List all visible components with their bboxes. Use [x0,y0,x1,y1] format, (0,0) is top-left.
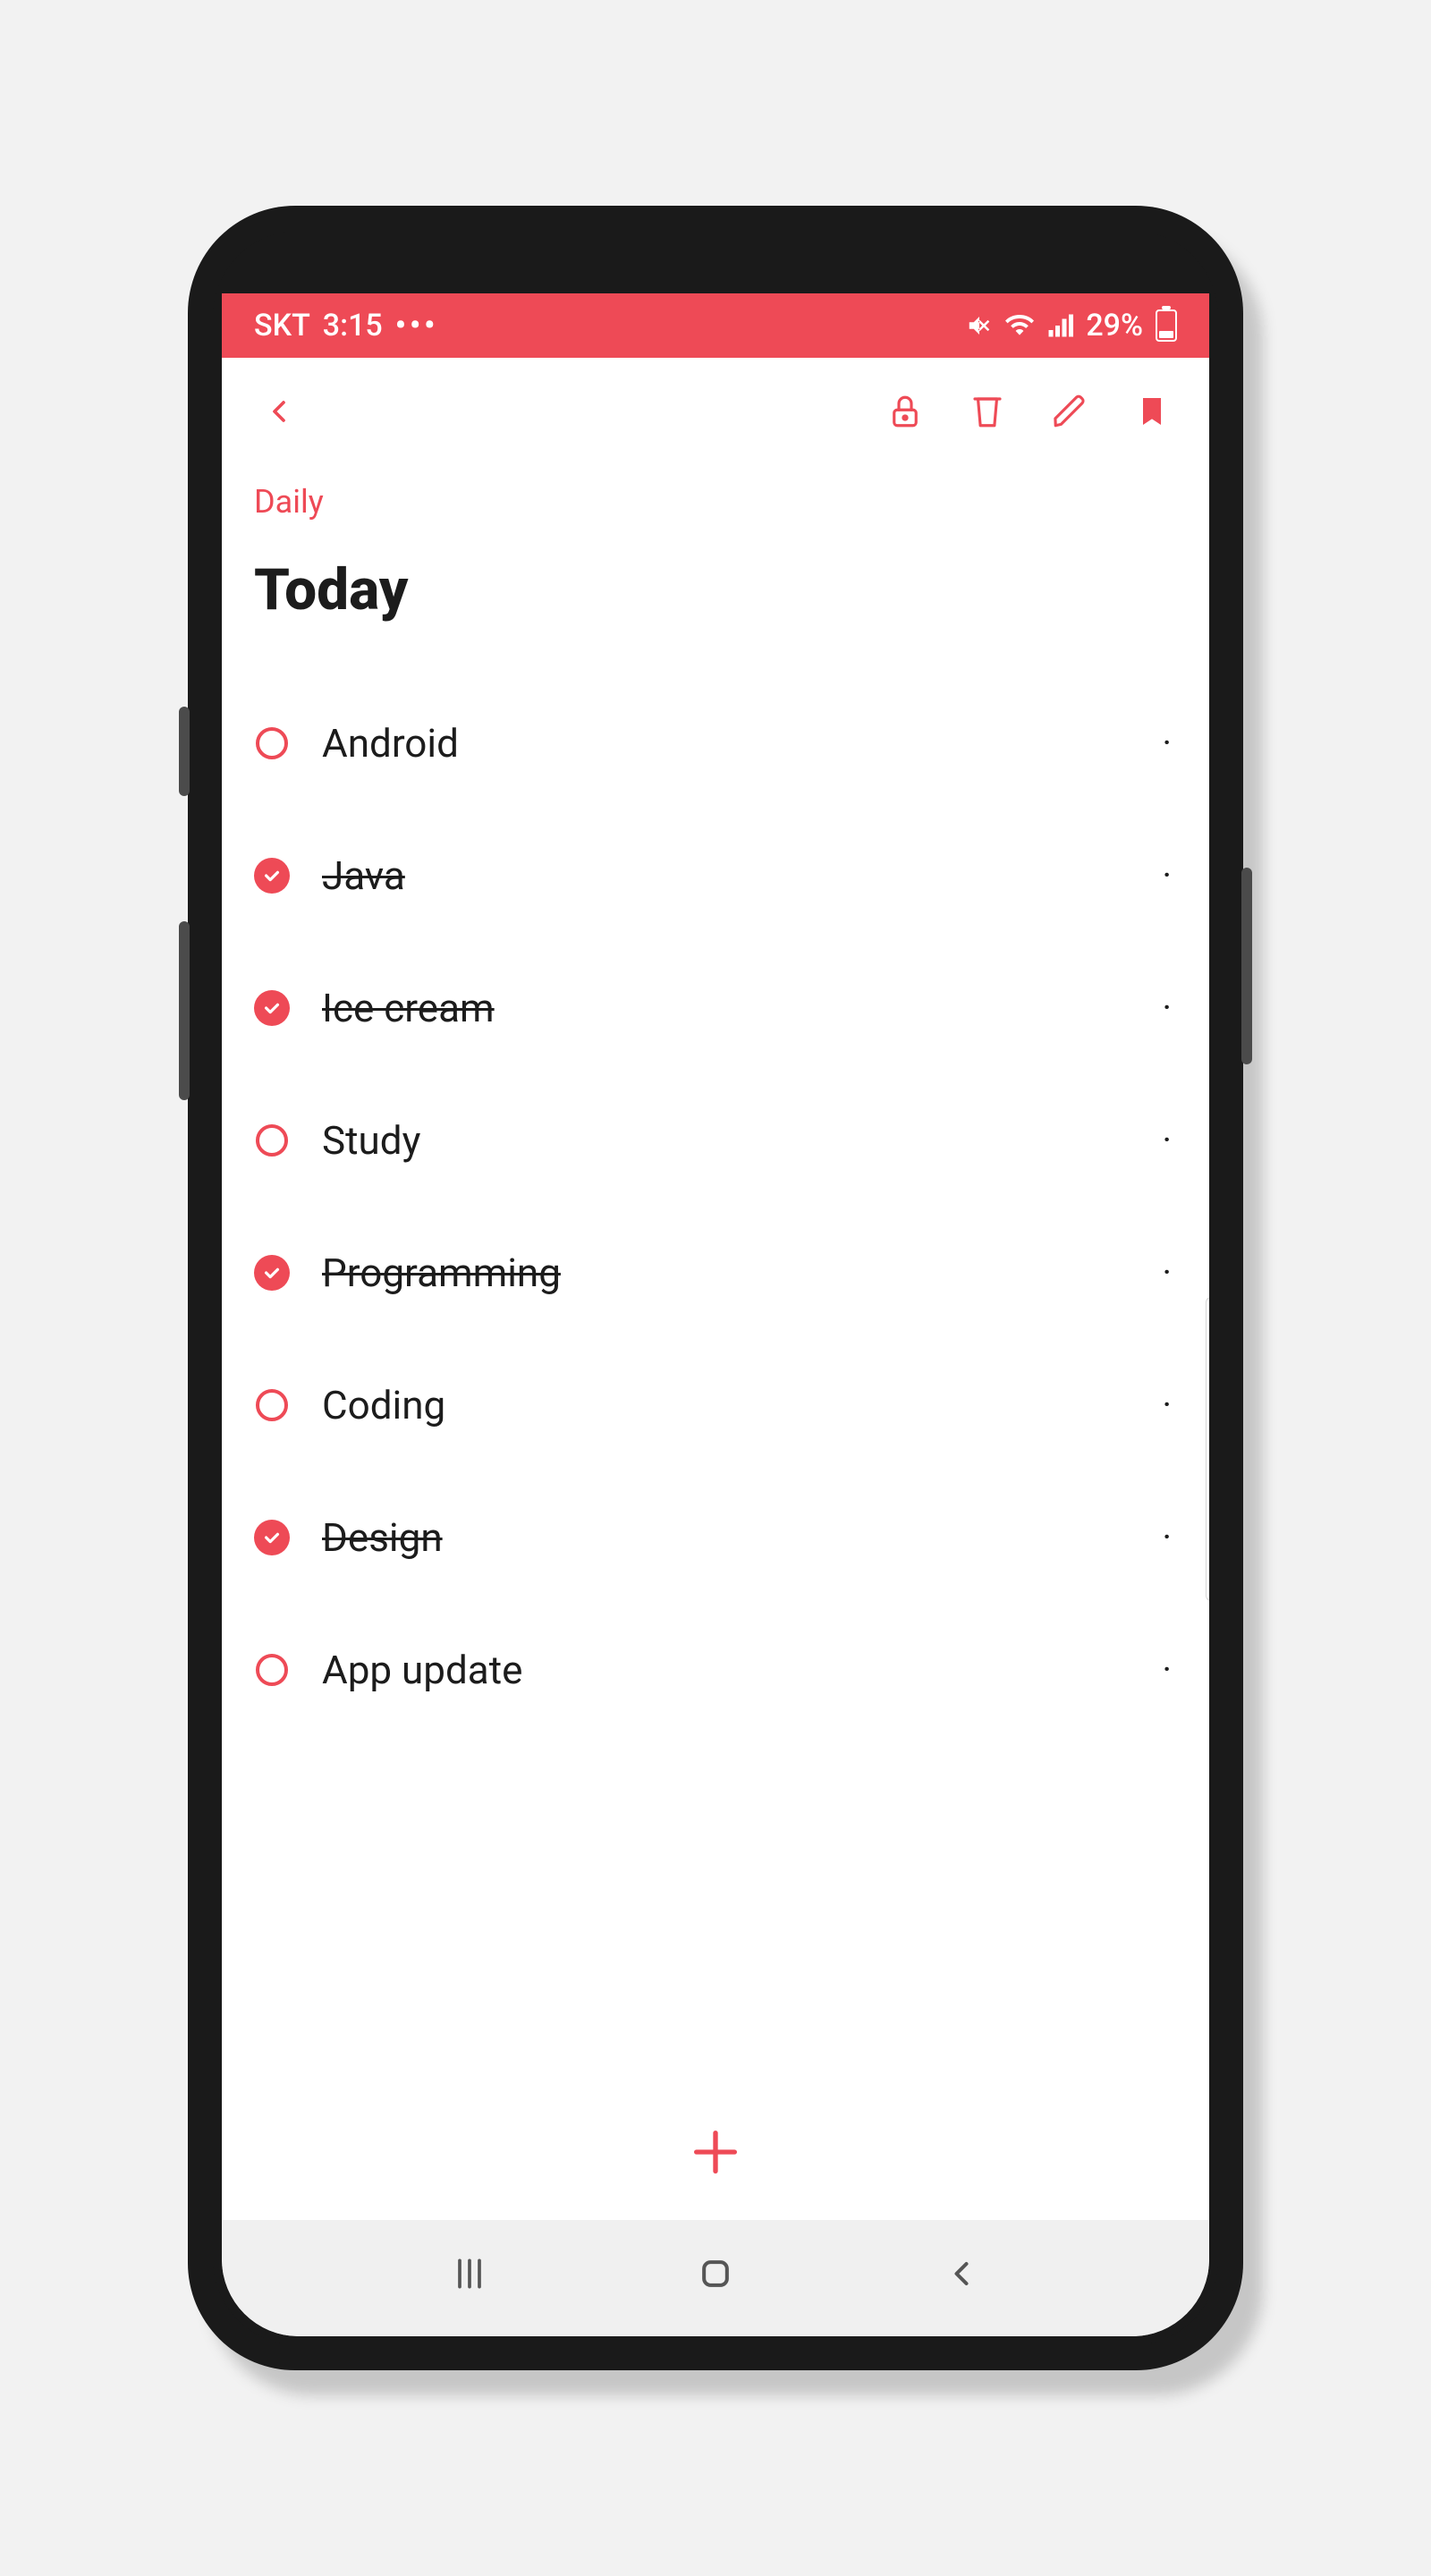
task-checkbox-unchecked[interactable] [254,1123,290,1158]
edge-panel-handle[interactable] [1206,1297,1209,1601]
task-row[interactable]: App update · [254,1604,1177,1736]
phone-frame: SKT 3:15 ••• 29% [188,206,1243,2370]
status-time: 3:15 [323,308,383,343]
nav-back-button[interactable] [926,2238,997,2309]
edit-button[interactable] [1045,386,1095,436]
status-carrier: SKT [254,308,310,343]
screen-bezel: SKT 3:15 ••• 29% [213,231,1218,2345]
battery-icon [1156,309,1177,342]
lock-button[interactable] [880,386,930,436]
content: Daily Today Android·Java·Ice cream·Study… [222,465,1209,2097]
status-more-dots: ••• [395,308,439,343]
check-icon [262,998,282,1018]
home-icon [696,2254,735,2293]
back-nav-icon [942,2254,981,2293]
task-row[interactable]: Coding · [254,1339,1177,1471]
task-more-button[interactable]: · [1163,1520,1177,1555]
plus-icon [687,2123,744,2181]
battery-fill [1159,331,1173,338]
task-row[interactable]: Java · [254,809,1177,942]
task-checkbox-unchecked[interactable] [254,725,290,761]
task-more-button[interactable]: · [1163,1123,1177,1158]
wifi-icon [1005,311,1034,340]
pencil-icon [1051,393,1088,430]
task-more-button[interactable]: · [1163,1255,1177,1291]
task-more-button[interactable]: · [1163,1387,1177,1423]
battery-percent: 29% [1086,308,1143,343]
task-checkbox-checked[interactable] [254,858,290,894]
task-checkbox-checked[interactable] [254,1520,290,1555]
task-checkbox-checked[interactable] [254,1255,290,1291]
task-label: Study [322,1117,420,1164]
add-area [222,2097,1209,2220]
task-more-button[interactable]: · [1163,725,1177,761]
task-label: Coding [322,1382,445,1428]
lock-icon [886,393,924,430]
task-label: App update [322,1647,522,1693]
stage: SKT 3:15 ••• 29% [0,0,1431,2576]
delete-button[interactable] [962,386,1012,436]
task-more-button[interactable]: · [1163,1652,1177,1688]
android-navigation-bar [222,2220,1209,2336]
check-icon [262,1528,282,1547]
task-row[interactable]: Programming · [254,1207,1177,1339]
check-icon [262,866,282,886]
trash-icon [969,393,1006,430]
phone-side-button [179,707,190,796]
task-label: Java [322,852,405,899]
task-row[interactable]: Android · [254,677,1177,809]
add-task-button[interactable] [687,2123,744,2184]
task-label: Android [322,720,459,767]
signal-icon [1046,312,1073,339]
check-icon [262,1263,282,1283]
phone-volume-button [179,921,190,1100]
task-checkbox-unchecked[interactable] [254,1387,290,1423]
phone-power-button [1241,868,1252,1064]
bookmark-icon [1134,394,1170,429]
page-title: Today [254,556,1177,623]
task-checkbox-checked[interactable] [254,990,290,1026]
task-label: Design [322,1514,443,1561]
nav-recents-button[interactable] [434,2238,505,2309]
task-list: Android·Java·Ice cream·Study·Programming… [254,677,1177,1736]
task-checkbox-unchecked[interactable] [254,1652,290,1688]
toolbar [222,358,1209,465]
status-right: 29% [966,308,1177,343]
bookmark-button[interactable] [1127,386,1177,436]
mute-icon [966,312,993,339]
category-label: Daily [254,483,1177,521]
task-label: Ice cream [322,985,495,1031]
nav-home-button[interactable] [680,2238,751,2309]
back-button[interactable] [254,386,304,436]
status-left: SKT 3:15 ••• [254,308,438,343]
task-row[interactable]: Design · [254,1471,1177,1604]
status-bar: SKT 3:15 ••• 29% [222,293,1209,358]
chevron-left-icon [261,394,297,429]
task-more-button[interactable]: · [1163,858,1177,894]
task-label: Programming [322,1250,561,1296]
recents-icon [450,2254,489,2293]
task-row[interactable]: Study · [254,1074,1177,1207]
task-more-button[interactable]: · [1163,990,1177,1026]
screen: SKT 3:15 ••• 29% [222,293,1209,2336]
task-row[interactable]: Ice cream · [254,942,1177,1074]
